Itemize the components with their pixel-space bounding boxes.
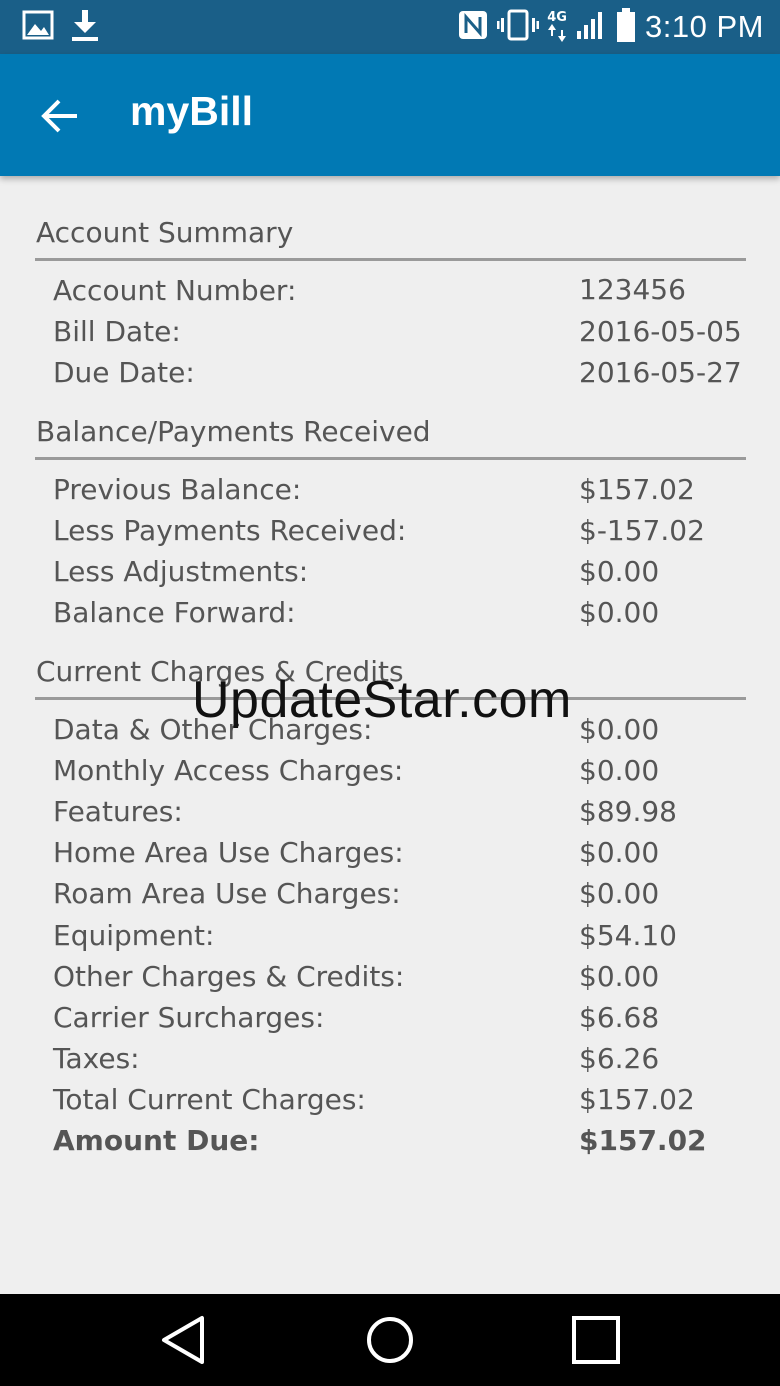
amount-due-value: $157.02 — [579, 1124, 707, 1157]
navigation-bar — [0, 1294, 780, 1386]
amount-due-label: Amount Due: — [53, 1124, 260, 1157]
other-charges-label: Other Charges & Credits: — [53, 960, 405, 993]
network-4g-icon: 4G — [547, 11, 567, 42]
status-bar: 4G 3:10 PM — [0, 0, 780, 54]
watermark: UpdateStar.com — [192, 671, 572, 729]
nav-home-button[interactable] — [364, 1314, 416, 1366]
less-payments-value: $-157.02 — [579, 514, 705, 547]
monthly-access-value: $0.00 — [579, 754, 660, 787]
section-title-balance-payments: Balance/Payments Received — [36, 415, 431, 448]
due-date-label: Due Date: — [53, 356, 195, 389]
bill-date-label: Bill Date: — [53, 315, 181, 348]
account-number-label: Account Number: — [53, 274, 297, 307]
carrier-surcharges-label: Carrier Surcharges: — [53, 1001, 325, 1034]
features-value: $89.98 — [579, 795, 677, 828]
less-payments-label: Less Payments Received: — [53, 514, 407, 547]
vibrate-icon — [497, 9, 540, 45]
due-date-value: 2016-05-27 — [579, 356, 742, 389]
bill-content: Account Summary Account Number: 123456 B… — [0, 176, 780, 1294]
home-area-label: Home Area Use Charges: — [53, 836, 404, 869]
other-charges-value: $0.00 — [579, 960, 660, 993]
data-other-charges-value: $0.00 — [579, 713, 660, 746]
less-adjustments-value: $0.00 — [579, 555, 660, 588]
divider — [35, 258, 746, 261]
image-icon — [22, 10, 54, 44]
back-button[interactable] — [32, 90, 88, 146]
equipment-value: $54.10 — [579, 919, 677, 952]
equipment-label: Equipment: — [53, 919, 215, 952]
total-current-charges-label: Total Current Charges: — [53, 1083, 366, 1116]
bill-date-value: 2016-05-05 — [579, 315, 742, 348]
balance-forward-value: $0.00 — [579, 596, 660, 629]
battery-icon — [615, 7, 637, 47]
taxes-label: Taxes: — [53, 1042, 140, 1075]
previous-balance-label: Previous Balance: — [53, 473, 302, 506]
nfc-icon — [457, 9, 489, 45]
monthly-access-label: Monthly Access Charges: — [53, 754, 404, 787]
roam-area-value: $0.00 — [579, 877, 660, 910]
home-circle-icon — [364, 1317, 416, 1370]
back-triangle-icon — [158, 1316, 210, 1370]
clock: 3:10 PM — [645, 9, 764, 44]
carrier-surcharges-value: $6.68 — [579, 1001, 660, 1034]
download-icon — [68, 8, 102, 46]
account-number-value: 123456 — [579, 273, 686, 306]
roam-area-label: Roam Area Use Charges: — [53, 877, 401, 910]
less-adjustments-label: Less Adjustments: — [53, 555, 309, 588]
recents-square-icon — [570, 1316, 622, 1370]
taxes-value: $6.26 — [579, 1042, 660, 1075]
previous-balance-value: $157.02 — [579, 473, 695, 506]
features-label: Features: — [53, 795, 183, 828]
app-bar: myBill — [0, 54, 780, 176]
home-area-value: $0.00 — [579, 836, 660, 869]
app-title: myBill — [130, 88, 254, 134]
back-arrow-icon — [40, 98, 80, 138]
divider — [35, 457, 746, 460]
nav-back-button[interactable] — [158, 1314, 210, 1366]
section-title-account-summary: Account Summary — [36, 216, 294, 249]
total-current-charges-value: $157.02 — [579, 1083, 695, 1116]
balance-forward-label: Balance Forward: — [53, 596, 296, 629]
signal-icon — [575, 9, 607, 45]
nav-recents-button[interactable] — [570, 1314, 622, 1366]
